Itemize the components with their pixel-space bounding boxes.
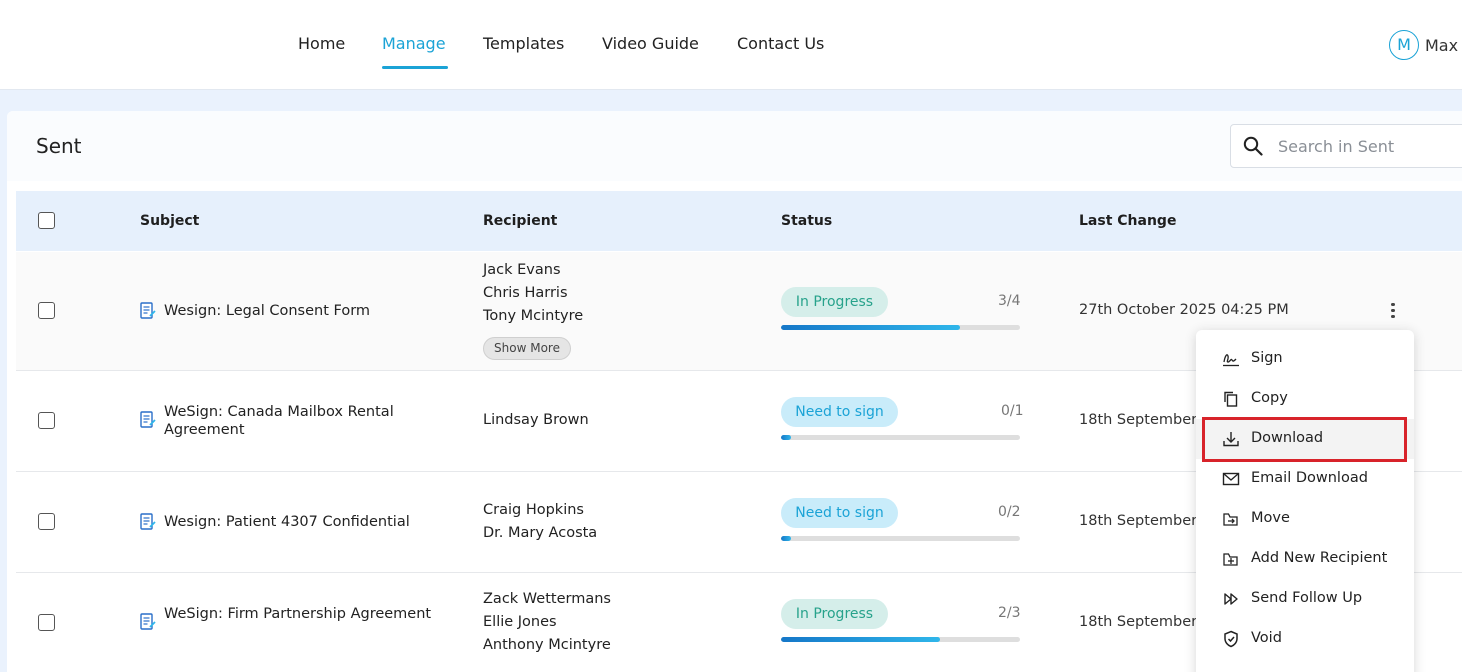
status-badge: In Progress: [781, 287, 888, 317]
add-recipient-icon: [1223, 553, 1238, 566]
row-subject[interactable]: WeSign: Firm Partnership Agreement: [164, 605, 444, 623]
user-avatar[interactable]: M: [1389, 30, 1419, 60]
progress-bar-fill: [781, 536, 791, 541]
shield-icon: [1224, 630, 1238, 648]
nav-manage[interactable]: Manage: [382, 34, 446, 53]
menu-item-void[interactable]: Void: [1196, 619, 1414, 659]
progress-bar-fill: [781, 637, 941, 642]
mail-icon: [1222, 472, 1240, 486]
last-change-date: 27th October 2025 04:25 PM: [1079, 302, 1289, 318]
table-header: [16, 191, 1462, 251]
column-recipient[interactable]: Recipient: [483, 213, 557, 229]
column-last-change[interactable]: Last Change: [1079, 213, 1176, 229]
row-checkbox[interactable]: [38, 614, 55, 631]
menu-item-label: Send Follow Up: [1251, 590, 1363, 606]
last-change-date: 18th September 2: [1079, 614, 1211, 630]
highlight-annotation: [1202, 417, 1407, 462]
row-subject[interactable]: WeSign: Canada Mailbox Rental Agreement: [164, 403, 444, 439]
menu-item-label: Copy: [1251, 390, 1288, 406]
progress-bar-fill: [781, 435, 791, 440]
fast-forward-icon: [1224, 593, 1238, 605]
progress-bar: [781, 435, 1020, 440]
status-badge: In Progress: [781, 599, 888, 629]
signed-count: 3/4: [998, 293, 1021, 309]
document-icon: [140, 411, 156, 428]
row-recipient: Chris Harris: [483, 285, 568, 301]
document-icon: [140, 613, 156, 630]
nav-video-guide[interactable]: Video Guide: [602, 34, 699, 53]
last-change-date: 18th September 2: [1079, 412, 1211, 428]
signed-count: 0/1: [1001, 403, 1024, 419]
select-all-checkbox[interactable]: [38, 212, 55, 229]
nav-contact-us[interactable]: Contact Us: [737, 34, 824, 53]
copy-icon: [1224, 391, 1238, 407]
status-badge: Need to sign: [781, 498, 898, 528]
menu-item-move[interactable]: Move: [1196, 499, 1414, 539]
nav-active-indicator: [382, 66, 448, 69]
nav-templates[interactable]: Templates: [483, 34, 564, 53]
user-name[interactable]: Max: [1425, 36, 1458, 55]
show-more-button[interactable]: Show More: [483, 337, 571, 360]
row-subject[interactable]: Wesign: Patient 4307 Confidential: [164, 513, 444, 531]
search-icon[interactable]: [1243, 136, 1263, 156]
row-recipient: Zack Wettermans: [483, 591, 611, 607]
menu-item-label: Move: [1251, 510, 1290, 526]
top-navigation-bar: [0, 0, 1462, 90]
menu-item-label: Add New Recipient: [1251, 550, 1388, 566]
row-recipient: Lindsay Brown: [483, 412, 589, 428]
row-checkbox[interactable]: [38, 302, 55, 319]
nav-home[interactable]: Home: [298, 34, 345, 53]
row-recipient: Ellie Jones: [483, 614, 557, 630]
column-status[interactable]: Status: [781, 213, 832, 229]
search-input[interactable]: [1278, 134, 1458, 158]
signature-icon: [1223, 354, 1239, 367]
progress-bar-fill: [781, 325, 961, 330]
menu-item-label: Email Download: [1251, 470, 1368, 486]
row-checkbox[interactable]: [38, 513, 55, 530]
menu-item-copy[interactable]: Copy: [1196, 379, 1414, 419]
row-recipient: Craig Hopkins: [483, 502, 584, 518]
progress-bar: [781, 325, 1020, 330]
row-recipient: Anthony Mcintyre: [483, 637, 611, 653]
more-options-button[interactable]: [1385, 300, 1401, 322]
menu-item-label: Void: [1251, 630, 1282, 646]
document-icon: [140, 513, 156, 530]
signed-count: 0/2: [998, 504, 1021, 520]
row-recipient: Dr. Mary Acosta: [483, 525, 598, 541]
menu-item-send-follow-up[interactable]: Send Follow Up: [1196, 579, 1414, 619]
menu-item-label: Sign: [1251, 350, 1283, 366]
page-title: Sent: [36, 134, 82, 158]
row-recipient: Jack Evans: [483, 262, 561, 278]
row-recipient: Tony Mcintyre: [483, 308, 584, 324]
last-change-date: 18th September 2: [1079, 513, 1211, 529]
signed-count: 2/3: [998, 605, 1021, 621]
progress-bar: [781, 536, 1020, 541]
row-subject[interactable]: Wesign: Legal Consent Form: [164, 302, 444, 320]
menu-item-email-download[interactable]: Email Download: [1196, 459, 1414, 499]
move-icon: [1223, 513, 1238, 526]
menu-item-add-recipient[interactable]: Add New Recipient: [1196, 539, 1414, 579]
status-badge: Need to sign: [781, 397, 898, 427]
column-subject[interactable]: Subject: [140, 213, 199, 229]
document-icon: [140, 302, 156, 319]
row-checkbox[interactable]: [38, 412, 55, 429]
menu-item-sign[interactable]: Sign: [1196, 339, 1414, 379]
progress-bar: [781, 637, 1020, 642]
